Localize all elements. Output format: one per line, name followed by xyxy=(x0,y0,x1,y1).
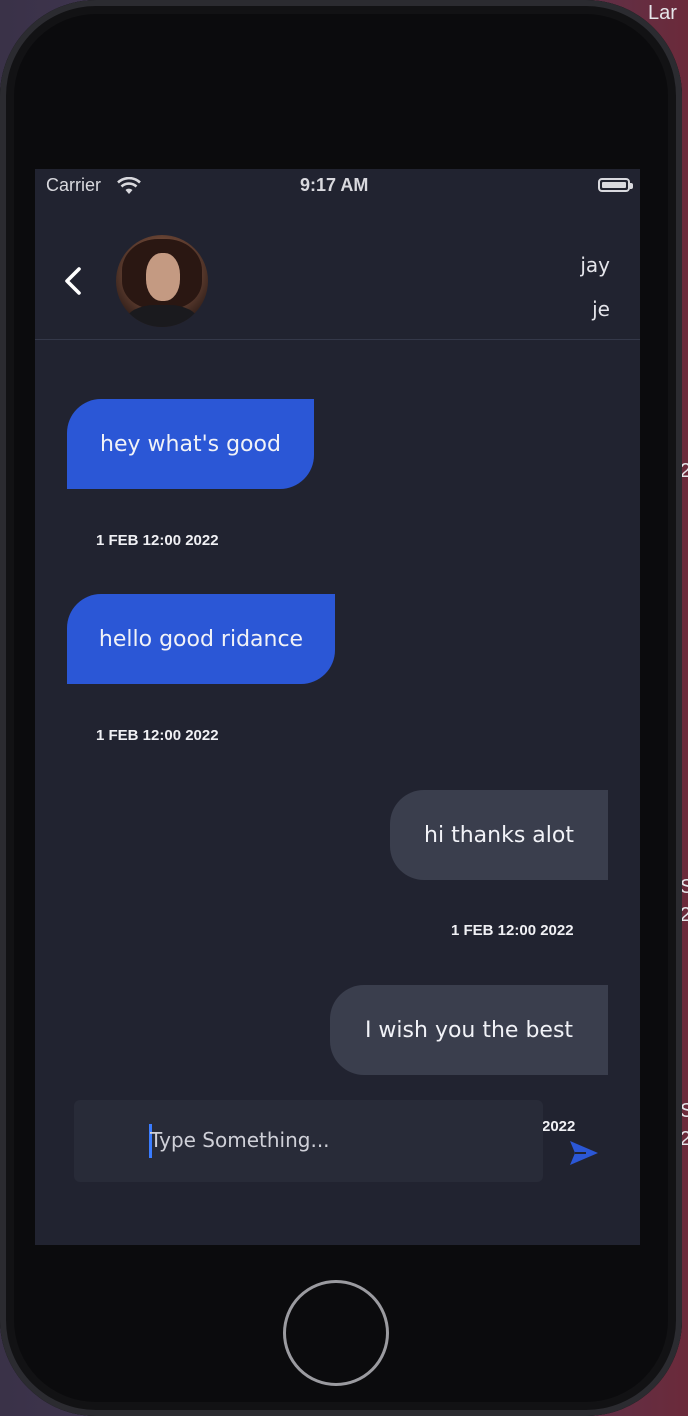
message-bubble-sent[interactable]: I wish you the best xyxy=(330,985,608,1075)
contact-name-line: jay xyxy=(580,253,610,277)
message-input[interactable] xyxy=(150,1122,520,1158)
carrier-label: Carrier xyxy=(46,175,102,195)
message-bubble-received[interactable]: hello good ridance xyxy=(67,594,335,684)
message-text: hi thanks alot xyxy=(424,822,574,848)
message-timestamp: 1 FEB 12:00 2022 xyxy=(451,922,574,939)
message-composer xyxy=(74,1100,543,1182)
message-timestamp: 2022 xyxy=(542,1118,576,1135)
home-button[interactable] xyxy=(283,1280,389,1386)
clock: 9:17 AM xyxy=(300,175,369,195)
message-text: hello good ridance xyxy=(98,626,304,652)
contact-name-line: je xyxy=(592,297,610,321)
message-bubble-received[interactable]: hey what's good xyxy=(67,399,314,489)
send-arrow-icon[interactable] xyxy=(568,1139,600,1167)
message-timestamp: 1 FEB 12:00 2022 xyxy=(96,532,219,549)
wifi-icon xyxy=(117,177,141,194)
chat-header: jay je xyxy=(35,203,640,340)
message-text: hey what's good xyxy=(100,431,281,457)
avatar[interactable] xyxy=(116,235,208,327)
message-text: I wish you the best xyxy=(364,1017,574,1043)
message-bubble-sent[interactable]: hi thanks alot xyxy=(390,790,608,880)
contact-name: jay je xyxy=(530,243,610,331)
battery-icon xyxy=(598,178,633,192)
background-label: Lar xyxy=(648,2,677,24)
chevron-left-icon[interactable] xyxy=(59,263,87,299)
status-bar: Carrier 9:17 AM xyxy=(35,169,640,203)
phone-frame: Carrier 9:17 AM jay je hey what's good 1… xyxy=(0,0,682,1416)
message-timestamp: 1 FEB 12:00 2022 xyxy=(96,727,219,744)
chat-screen: Carrier 9:17 AM jay je hey what's good 1… xyxy=(35,169,640,1245)
